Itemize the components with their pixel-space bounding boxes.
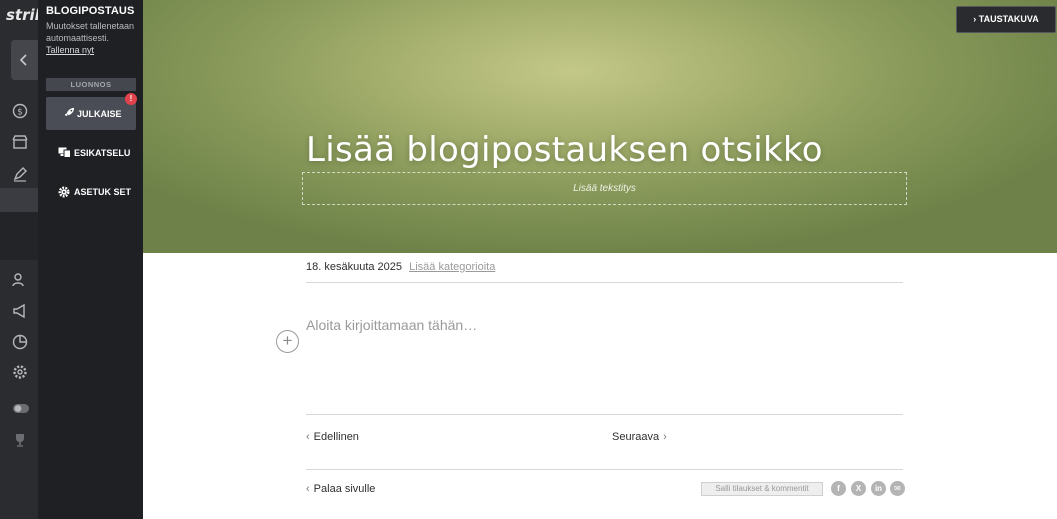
autosave-text: Muutokset tallenetaan automaattisesti. [46,21,135,43]
allow-subscriptions-comments-button[interactable]: Salli tilaukset & kommentit [701,482,823,496]
chart-pie-icon [12,334,28,350]
back-button[interactable] [11,40,38,80]
nav-item-5[interactable] [0,299,38,323]
preview-button[interactable]: ESIKATSELU [46,143,136,163]
settings-label: ASETUK SET [74,187,132,197]
linkedin-icon[interactable]: in [871,481,886,496]
email-icon[interactable]: ✉ [890,481,905,496]
background-button-label: TAUSTAKUVA [978,14,1039,24]
nav-item-1[interactable]: $ [0,99,38,123]
next-label: Seuraava [612,431,660,443]
previous-label: Edellinen [313,431,359,443]
nav-item-9[interactable] [0,428,38,452]
post-meta: 18. kesäkuuta 2025 Lisää kategorioita [306,261,495,273]
chevron-left-icon: ‹ [306,483,310,495]
chevron-left-icon: ‹ [306,431,310,443]
nav-item-6[interactable] [0,330,38,354]
add-categories-link[interactable]: Lisää kategorioita [409,261,495,273]
autosave-info: Muutokset tallenetaan automaattisesti. T… [46,20,136,56]
rocket-icon [64,107,75,117]
preview-icon [58,147,71,158]
subtitle-placeholder: Lisää tekstitys [573,183,636,194]
facebook-icon[interactable]: f [831,481,846,496]
publish-label: JULKAISE [77,109,122,119]
dollar-icon: $ [12,103,28,119]
nav-sub-item-2[interactable] [0,212,38,236]
save-now-link[interactable]: Tallenna nyt [46,45,94,55]
nav-item-2[interactable] [0,130,38,154]
subtitle-input[interactable]: Lisää tekstitys [302,172,907,205]
back-to-page-link[interactable]: ‹ Palaa sivulle [306,483,375,495]
previous-post-link[interactable]: ‹ Edellinen [306,431,359,443]
chevron-right-icon: › [663,431,667,443]
nav-item-3[interactable] [0,162,38,186]
editor-root: strik $ [0,0,1057,519]
nav-sub-item-3[interactable] [0,236,38,260]
background-image-button[interactable]: › TAUSTAKUVA [956,6,1056,33]
nav-item-4[interactable] [0,268,38,292]
nav-item-8[interactable] [0,397,38,421]
trophy-icon [16,434,24,447]
chevron-right-icon: › [973,14,977,24]
divider [306,414,903,415]
back-to-page-label: Palaa sivulle [313,483,376,495]
divider [306,282,903,283]
add-block-button[interactable]: + [276,330,299,353]
nav-item-7[interactable] [0,360,38,384]
post-body-editor[interactable]: Aloita kirjoittamaan tähän… [306,317,477,333]
draft-status-badge: LUONNOS [46,78,136,91]
settings-button[interactable]: ASETUK SET [46,182,136,202]
panel-title: BLOGIPOSTAUS [46,5,135,17]
next-post-link[interactable]: Seuraava › [612,431,667,443]
x-icon[interactable]: X [851,481,866,496]
preview-label: ESIKATSELU [74,148,131,158]
post-editor-panel: BLOGIPOSTAUS Muutokset tallenetaan autom… [38,0,143,519]
post-title-input[interactable]: Lisää blogipostauksen otsikko [306,130,823,170]
chevron-left-icon [20,54,27,66]
svg-text:$: $ [17,108,23,118]
settings-gear-icon [58,186,70,198]
site-nav: strik $ [0,0,38,519]
gear-icon [13,365,27,379]
nav-sub-item-1[interactable] [0,188,38,212]
divider [306,469,903,470]
site-logo: strik [6,6,38,24]
toggle-icon [13,404,29,413]
post-date[interactable]: 18. kesäkuuta 2025 [306,261,402,273]
hero-background[interactable] [143,0,1057,253]
publish-warning-badge: ! [125,93,137,105]
store-icon [12,135,28,149]
users-icon [12,273,24,287]
megaphone-icon [13,303,25,319]
pen-icon [13,167,27,182]
publish-button[interactable]: JULKAISE [46,97,136,130]
